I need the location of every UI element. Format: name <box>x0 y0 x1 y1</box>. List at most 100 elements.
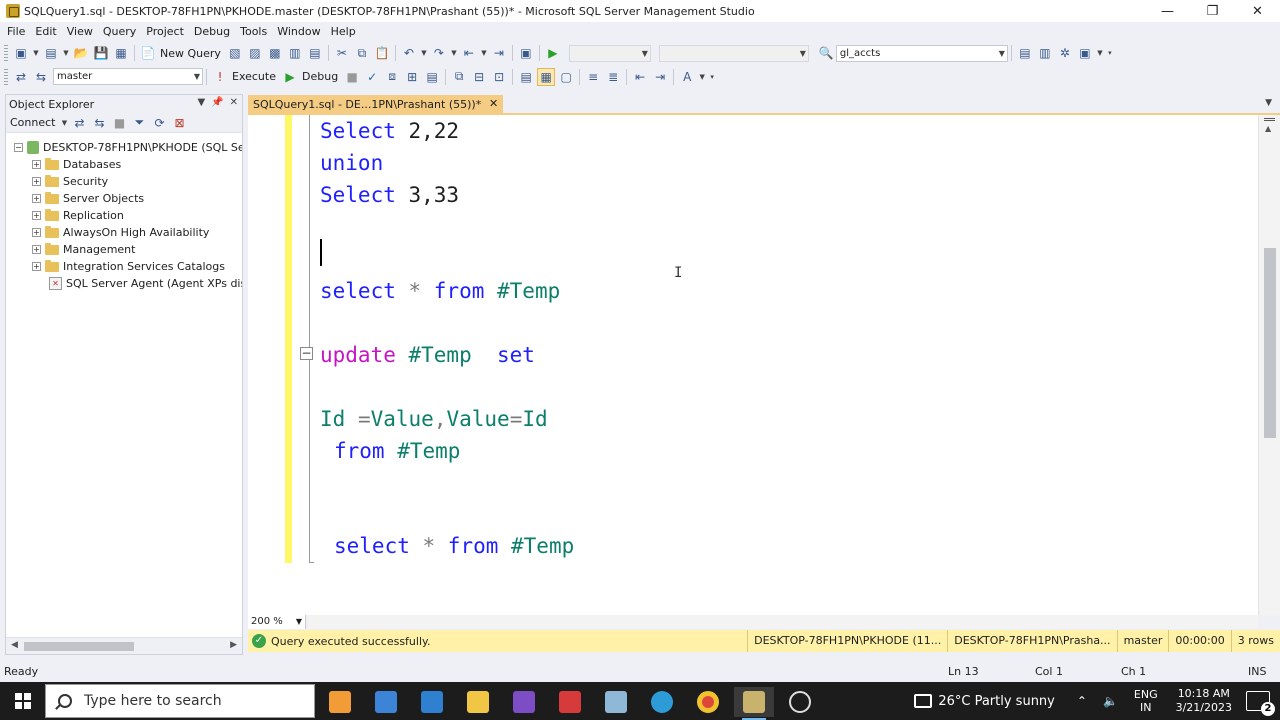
expand-icon[interactable]: + <box>32 211 41 220</box>
mdx-query-icon[interactable]: ▨ <box>246 44 264 62</box>
save-all-icon[interactable]: ▦ <box>112 44 130 62</box>
chevron-down-icon[interactable]: ▼ <box>1096 44 1104 62</box>
copy-icon[interactable]: ⧉ <box>353 44 371 62</box>
undo-icon[interactable]: ↶ <box>400 44 418 62</box>
connect-icon[interactable]: ⇄ <box>12 68 30 86</box>
menu-help[interactable]: Help <box>326 25 361 38</box>
collapse-region-icon[interactable]: − <box>300 347 313 360</box>
activity-monitor-icon[interactable]: ⊠ <box>170 114 188 132</box>
close-panel-icon[interactable]: ✕ <box>230 97 238 108</box>
taskbar-app-notepad[interactable] <box>596 687 636 717</box>
menu-query[interactable]: Query <box>98 25 141 38</box>
specify-values-icon[interactable]: A <box>678 68 696 86</box>
new-project-icon[interactable]: ▣ <box>12 44 30 62</box>
tab-sqlquery1[interactable]: SQLQuery1.sql - DE...1PN\Prashant (55))*… <box>248 95 504 114</box>
xmla-query-icon[interactable]: ▥ <box>286 44 304 62</box>
toolbox-icon[interactable]: ✲ <box>1056 44 1074 62</box>
save-icon[interactable]: 💾 <box>92 44 110 62</box>
scroll-thumb[interactable] <box>24 642 134 651</box>
execute-icon[interactable]: ! <box>211 68 229 86</box>
include-plan-icon[interactable]: ⧉ <box>450 68 468 86</box>
client-stats-icon[interactable]: ⊡ <box>490 68 508 86</box>
tree-node-server[interactable]: − DESKTOP-78FH1PN\PKHODE (SQL Server 1 <box>6 139 242 156</box>
comment-lines-icon[interactable]: ≡ <box>584 68 602 86</box>
editor-vscrollbar[interactable]: ▲ <box>1258 115 1280 615</box>
refresh-icon[interactable]: ⟳ <box>150 114 168 132</box>
weather-widget[interactable]: 26°C Partly sunny <box>914 694 1055 709</box>
add-item-icon[interactable]: ▤ <box>42 44 60 62</box>
minimize-button[interactable]: — <box>1145 0 1190 22</box>
connect-button[interactable]: Connect <box>10 116 55 129</box>
window-position-icon[interactable]: ▼ <box>197 97 205 108</box>
parse-icon[interactable]: ✓ <box>363 68 381 86</box>
expand-icon[interactable]: + <box>32 262 41 271</box>
navigate-forward-icon[interactable]: ⇥ <box>490 44 508 62</box>
tree-node-databases[interactable]: + Databases <box>6 156 242 173</box>
find-combo[interactable]: gl_accts ▼ <box>835 44 1008 62</box>
taskbar-app-mail[interactable] <box>412 687 452 717</box>
chevron-down-icon[interactable]: ▼ <box>60 114 68 132</box>
chevron-down-icon[interactable]: ▼ <box>62 44 70 62</box>
expand-icon[interactable]: + <box>32 160 41 169</box>
taskbar-search-box[interactable]: Type here to search <box>45 684 315 718</box>
toolbar-grip[interactable] <box>4 68 8 85</box>
object-explorer-icon[interactable]: ▥ <box>1036 44 1054 62</box>
taskbar-app-explorer[interactable] <box>458 687 498 717</box>
tree-node-management[interactable]: + Management <box>6 241 242 258</box>
new-query-button[interactable]: New Query <box>160 47 221 60</box>
options-icon[interactable]: ▤ <box>423 68 441 86</box>
restore-button[interactable]: ❐ <box>1190 0 1235 22</box>
start-debug-icon[interactable]: ▶ <box>544 44 562 62</box>
menu-window[interactable]: Window <box>272 25 325 38</box>
zoom-combo[interactable]: 200 % ▼ <box>248 615 306 629</box>
dax-query-icon[interactable]: ▤ <box>306 44 324 62</box>
chevron-down-icon[interactable]: ▼ <box>480 44 488 62</box>
taskbar-app-sublime[interactable] <box>320 687 360 717</box>
chevron-down-icon[interactable]: ▼ <box>698 68 706 86</box>
stop-icon[interactable]: ■ <box>110 114 128 132</box>
results-to-grid-icon[interactable]: ▦ <box>537 67 556 86</box>
menu-tools[interactable]: Tools <box>235 25 272 38</box>
results-to-text-icon[interactable]: ▤ <box>517 68 535 86</box>
chevron-down-icon[interactable]: ▼ <box>450 44 458 62</box>
query-designer-icon[interactable]: ⊞ <box>403 68 421 86</box>
scroll-right-icon[interactable]: ▶ <box>230 640 237 650</box>
object-explorer-hscrollbar[interactable]: ◀ ▶ <box>6 637 242 654</box>
input-language[interactable]: ENG IN <box>1134 688 1158 714</box>
menu-edit[interactable]: Edit <box>30 25 61 38</box>
increase-indent-icon[interactable]: ⇥ <box>651 68 669 86</box>
volume-icon[interactable]: 🔈 <box>1103 694 1118 708</box>
tab-list-dropdown-icon[interactable]: ▼ <box>1265 98 1272 108</box>
splitter-icon[interactable] <box>1264 118 1275 121</box>
taskbar-app-ssms[interactable] <box>734 687 774 720</box>
taskbar-app-chrome[interactable] <box>688 687 728 717</box>
decrease-indent-icon[interactable]: ⇤ <box>631 68 649 86</box>
chevron-down-icon[interactable]: ▼ <box>420 44 428 62</box>
dmx-query-icon[interactable]: ▩ <box>266 44 284 62</box>
taskbar-app-speedometer[interactable] <box>780 687 820 717</box>
menu-view[interactable]: View <box>62 25 98 38</box>
debug-button[interactable]: Debug <box>302 70 338 83</box>
live-stats-icon[interactable]: ⊟ <box>470 68 488 86</box>
redo-icon[interactable]: ↷ <box>430 44 448 62</box>
filter-icon[interactable]: ⏷ <box>130 114 148 132</box>
registered-servers-icon[interactable]: ▣ <box>1076 44 1094 62</box>
start-button[interactable] <box>0 682 45 720</box>
tree-node-alwayson[interactable]: + AlwaysOn High Availability <box>6 224 242 241</box>
tree-node-replication[interactable]: + Replication <box>6 207 242 224</box>
scroll-left-icon[interactable]: ◀ <box>11 640 18 650</box>
paste-icon[interactable]: 📋 <box>373 44 391 62</box>
display-estimated-plan-icon[interactable]: ⧈ <box>383 68 401 86</box>
pin-icon[interactable]: 📌 <box>211 97 223 108</box>
editor-hscrollbar[interactable] <box>308 615 1258 629</box>
collapse-icon[interactable]: − <box>14 143 23 152</box>
expand-icon[interactable]: + <box>32 228 41 237</box>
expand-icon[interactable]: + <box>32 194 41 203</box>
available-databases-combo[interactable]: master ▼ <box>53 68 203 85</box>
tree-node-integration-services[interactable]: + Integration Services Catalogs <box>6 258 242 275</box>
database-engine-query-icon[interactable]: ▧ <box>226 44 244 62</box>
expand-icon[interactable]: + <box>32 245 41 254</box>
scroll-up-icon[interactable]: ▲ <box>1265 124 1271 133</box>
menu-file[interactable]: File <box>2 25 30 38</box>
chevron-down-icon[interactable]: ▼ <box>32 44 40 62</box>
